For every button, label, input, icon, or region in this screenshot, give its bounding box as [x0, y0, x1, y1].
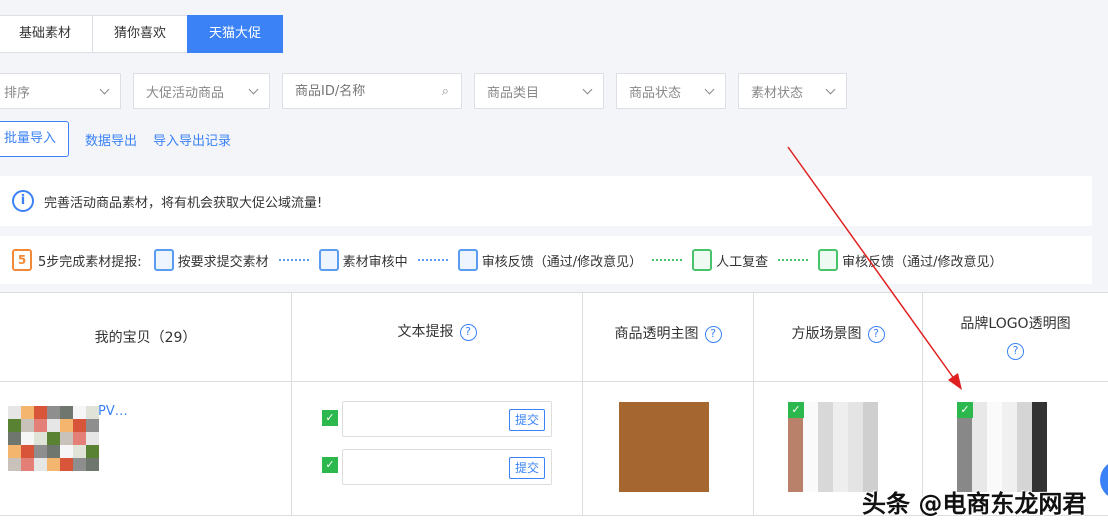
- watermark: 头条 @电商东龙网君: [862, 490, 1087, 518]
- red-arrow-annotation: [787, 146, 962, 390]
